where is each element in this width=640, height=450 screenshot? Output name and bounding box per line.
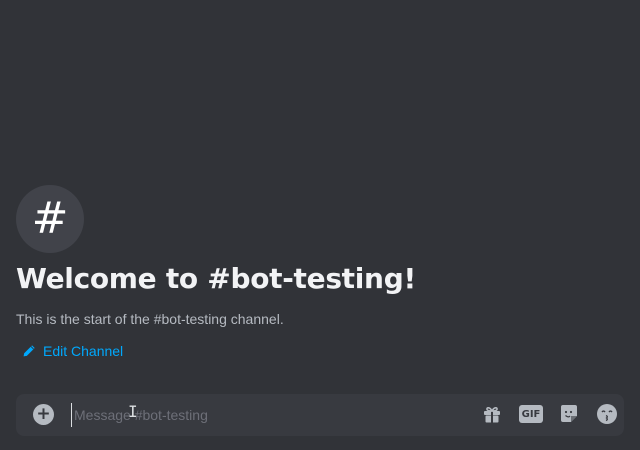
hash-icon: # xyxy=(31,193,69,244)
gift-button[interactable] xyxy=(481,403,503,425)
emoji-icon xyxy=(597,404,617,424)
pencil-icon xyxy=(23,345,35,357)
emoji-button[interactable] xyxy=(596,403,618,425)
message-composer: + I GIF xyxy=(16,394,624,436)
gift-icon xyxy=(484,407,500,423)
channel-hash-avatar: # xyxy=(16,185,84,253)
chat-area: # Welcome to #bot-testing! This is the s… xyxy=(0,0,640,450)
sticker-button[interactable] xyxy=(558,403,580,425)
channel-welcome-title: Welcome to #bot-testing! xyxy=(16,262,416,295)
i-beam-cursor-icon: I xyxy=(128,402,138,421)
channel-welcome-subtitle: This is the start of the #bot-testing ch… xyxy=(16,311,284,327)
gif-label: GIF xyxy=(519,405,543,423)
attach-button[interactable]: + xyxy=(33,404,54,425)
sticker-icon xyxy=(561,405,577,422)
edit-channel-button[interactable]: Edit Channel xyxy=(22,343,123,359)
gif-button[interactable]: GIF xyxy=(519,405,543,423)
edit-channel-label: Edit Channel xyxy=(43,343,124,359)
plus-circle-icon: + xyxy=(36,403,51,424)
